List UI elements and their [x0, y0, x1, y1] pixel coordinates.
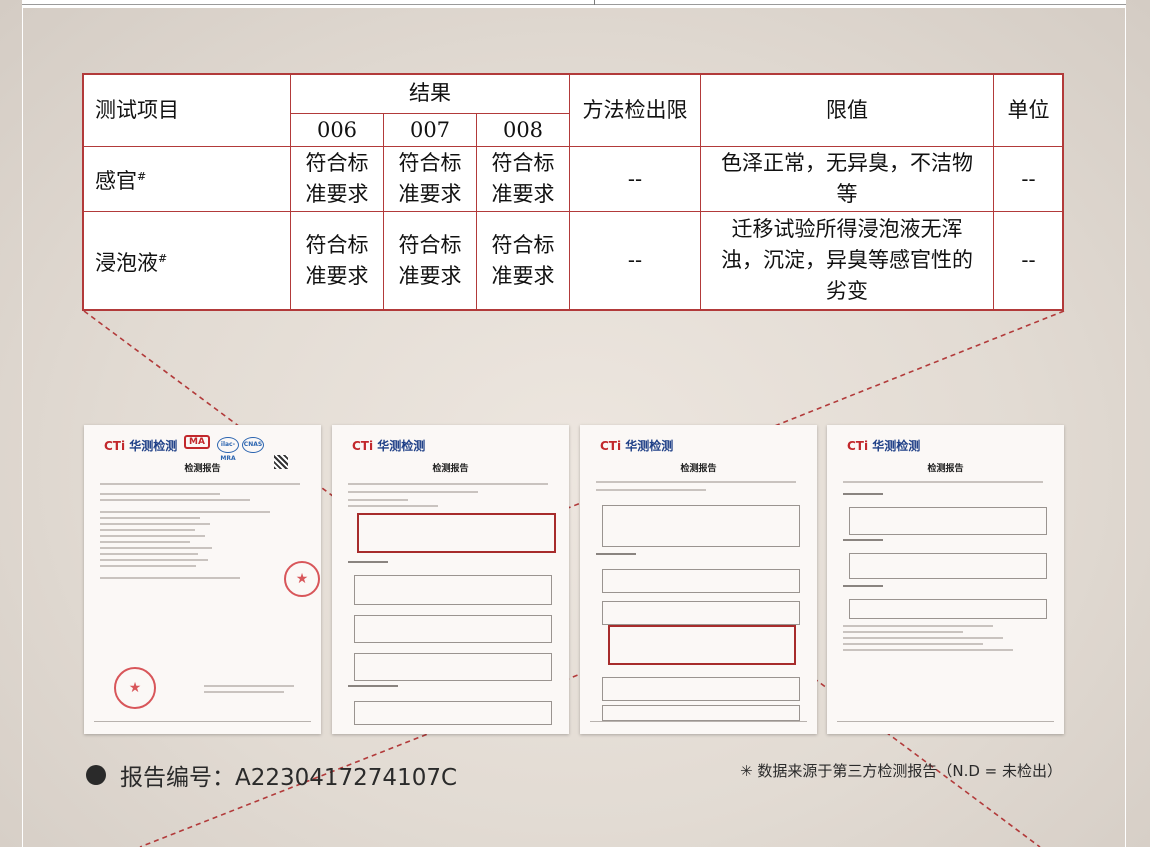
method-limit-cell: -- [569, 211, 701, 310]
header-unit: 单位 [993, 73, 1064, 147]
cti-logo: CTi 华测检测 [600, 439, 674, 453]
report-title: 检测报告 [432, 464, 469, 474]
previous-table-edge [22, 0, 1126, 5]
bullet-icon [86, 765, 106, 785]
limit-cell: 色泽正常，无异臭，不洁物等 [700, 146, 994, 212]
result-cell: 符合标 准要求 [383, 146, 477, 212]
table-row: 浸泡液# 符合标 准要求 符合标 准要求 符合标 准要求 -- 迁移试验所得浸泡液无浑… [82, 211, 1064, 310]
result-cell: 符合标 准要求 [476, 211, 570, 310]
result-cell: 符合标 准要求 [476, 146, 570, 212]
report-title: 检测报告 [927, 464, 964, 474]
report-number: 报告编号：A2230417274107C [86, 758, 457, 792]
header-sample-007: 007 [383, 113, 477, 147]
header-method-limit: 方法检出限 [569, 73, 701, 147]
limit-cell: 迁移试验所得浸泡液无浑 浊，沉淀，异臭等感官性的 劣变 [700, 211, 994, 310]
report-page-1: CTi 华测检测 MA ilac-MRA CNAS 检测报告 ★ ★ [84, 425, 321, 734]
result-cell: 符合标 准要求 [290, 211, 384, 310]
highlighted-table [608, 625, 796, 665]
result-cell: 符合标 准要求 [290, 146, 384, 212]
row-item-immersion: 浸泡液# [82, 211, 291, 310]
table-row: 感官# 符合标 准要求 符合标 准要求 符合标 准要求 -- 色泽正常，无异臭，不洁物… [82, 146, 1064, 212]
cti-logo: CTi 华测检测 [847, 439, 921, 453]
header-test-item: 测试项目 [82, 73, 291, 147]
red-seal-icon: ★ [284, 561, 320, 597]
result-cell: 符合标 准要求 [383, 211, 477, 310]
report-page-3: CTi 华测检测 检测报告 [580, 425, 817, 734]
unit-cell: -- [993, 211, 1064, 310]
header-sample-006: 006 [290, 113, 384, 147]
right-frame-line [1125, 0, 1126, 847]
ilac-badge: ilac-MRA [217, 437, 239, 462]
report-page-4: CTi 华测检测 检测报告 [827, 425, 1064, 734]
header-limit: 限值 [700, 73, 994, 147]
method-limit-cell: -- [569, 146, 701, 212]
left-frame-line [22, 0, 23, 847]
header-sample-008: 008 [476, 113, 570, 147]
test-results-table: 测试项目 结果 方法检出限 限值 单位 006 007 008 感官# 符合标准… [82, 73, 1064, 310]
cti-logo: CTi 华测检测 [352, 439, 426, 453]
row-item-sensory: 感官# [82, 146, 291, 212]
ma-badge: MA [184, 435, 210, 449]
source-note: ✳ 数据来源于第三方检测报告（N.D = 未检出） [740, 762, 1062, 780]
header-result: 结果 [290, 73, 570, 114]
report-page-2: CTi 华测检测 检测报告 [332, 425, 569, 734]
cti-logo: CTi 华测检测 [104, 439, 178, 453]
report-title: 检测报告 [680, 464, 717, 474]
red-seal-icon: ★ [114, 667, 156, 709]
cnas-badge: CNAS [242, 437, 264, 453]
report-title: 检测报告 [184, 464, 221, 474]
highlighted-table [357, 513, 556, 553]
unit-cell: -- [993, 146, 1064, 212]
